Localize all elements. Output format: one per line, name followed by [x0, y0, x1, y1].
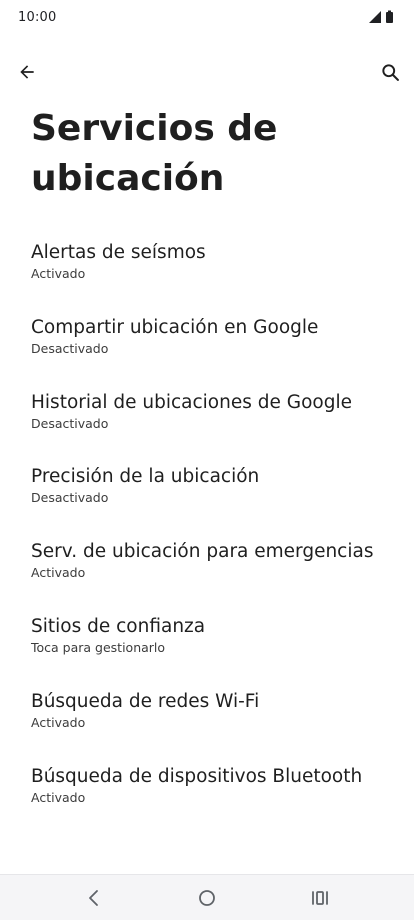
setting-summary: Activado [31, 789, 86, 805]
battery-icon [386, 12, 393, 23]
setting-bluetooth-scanning[interactable]: Búsqueda de dispositivos Bluetooth Activ… [0, 757, 414, 832]
app-bar [0, 50, 414, 94]
nav-recents-icon [312, 891, 328, 905]
setting-title: Precisión de la ubicación [31, 466, 260, 488]
nav-home-icon [199, 890, 215, 906]
setting-title: Búsqueda de redes Wi-Fi [31, 690, 260, 712]
signal-icon [369, 11, 381, 23]
nav-home-button[interactable] [177, 875, 237, 920]
setting-summary: Desactivado [31, 340, 109, 356]
setting-trusted-places[interactable]: Sitios de confianza Toca para gestionarl… [0, 607, 414, 682]
screen: 10:00 Servicios de ubicación Alertas de … [0, 0, 414, 920]
back-button[interactable] [5, 50, 49, 94]
arrow-back-icon [20, 65, 34, 79]
setting-summary: Toca para gestionarlo [31, 639, 166, 655]
status-icons [368, 10, 396, 24]
setting-title: Búsqueda de dispositivos Bluetooth [31, 765, 363, 787]
status-bar: 10:00 [0, 0, 414, 36]
status-svg [369, 10, 393, 23]
setting-title: Sitios de confianza [31, 615, 206, 637]
setting-title: Serv. de ubicación para emergencias [31, 541, 374, 563]
nav-recents-button[interactable] [290, 875, 350, 920]
settings-list: Alertas de seísmos Activado Compartir ub… [0, 233, 414, 831]
setting-earthquake-alerts[interactable]: Alertas de seísmos Activado [0, 233, 414, 308]
setting-title: Historial de ubicaciones de Google [31, 391, 352, 413]
search-button[interactable] [368, 50, 412, 94]
setting-summary: Activado [31, 565, 86, 581]
setting-location-accuracy[interactable]: Precisión de la ubicación Desactivado [0, 457, 414, 532]
setting-title: Compartir ubicación en Google [31, 316, 319, 338]
setting-summary: Desactivado [31, 490, 109, 506]
setting-emergency-location[interactable]: Serv. de ubicación para emergencias Acti… [0, 532, 414, 607]
battery-cap [388, 10, 391, 13]
setting-google-location-sharing[interactable]: Compartir ubicación en Google Desactivad… [0, 308, 414, 383]
setting-wifi-scanning[interactable]: Búsqueda de redes Wi-Fi Activado [0, 682, 414, 757]
page-title: Servicios de ubicación [31, 108, 278, 199]
setting-summary: Activado [31, 266, 86, 281]
nav-back-button[interactable] [64, 875, 124, 920]
setting-summary: Activado [31, 714, 86, 730]
nav-back-icon [89, 890, 98, 906]
setting-title: Alertas de seísmos [31, 242, 206, 263]
search-icon [381, 63, 399, 81]
navigation-bar [0, 874, 414, 920]
setting-google-location-history[interactable]: Historial de ubicaciones de Google Desac… [0, 383, 414, 458]
setting-summary: Desactivado [31, 415, 109, 431]
status-time: 10:00 [18, 10, 57, 25]
